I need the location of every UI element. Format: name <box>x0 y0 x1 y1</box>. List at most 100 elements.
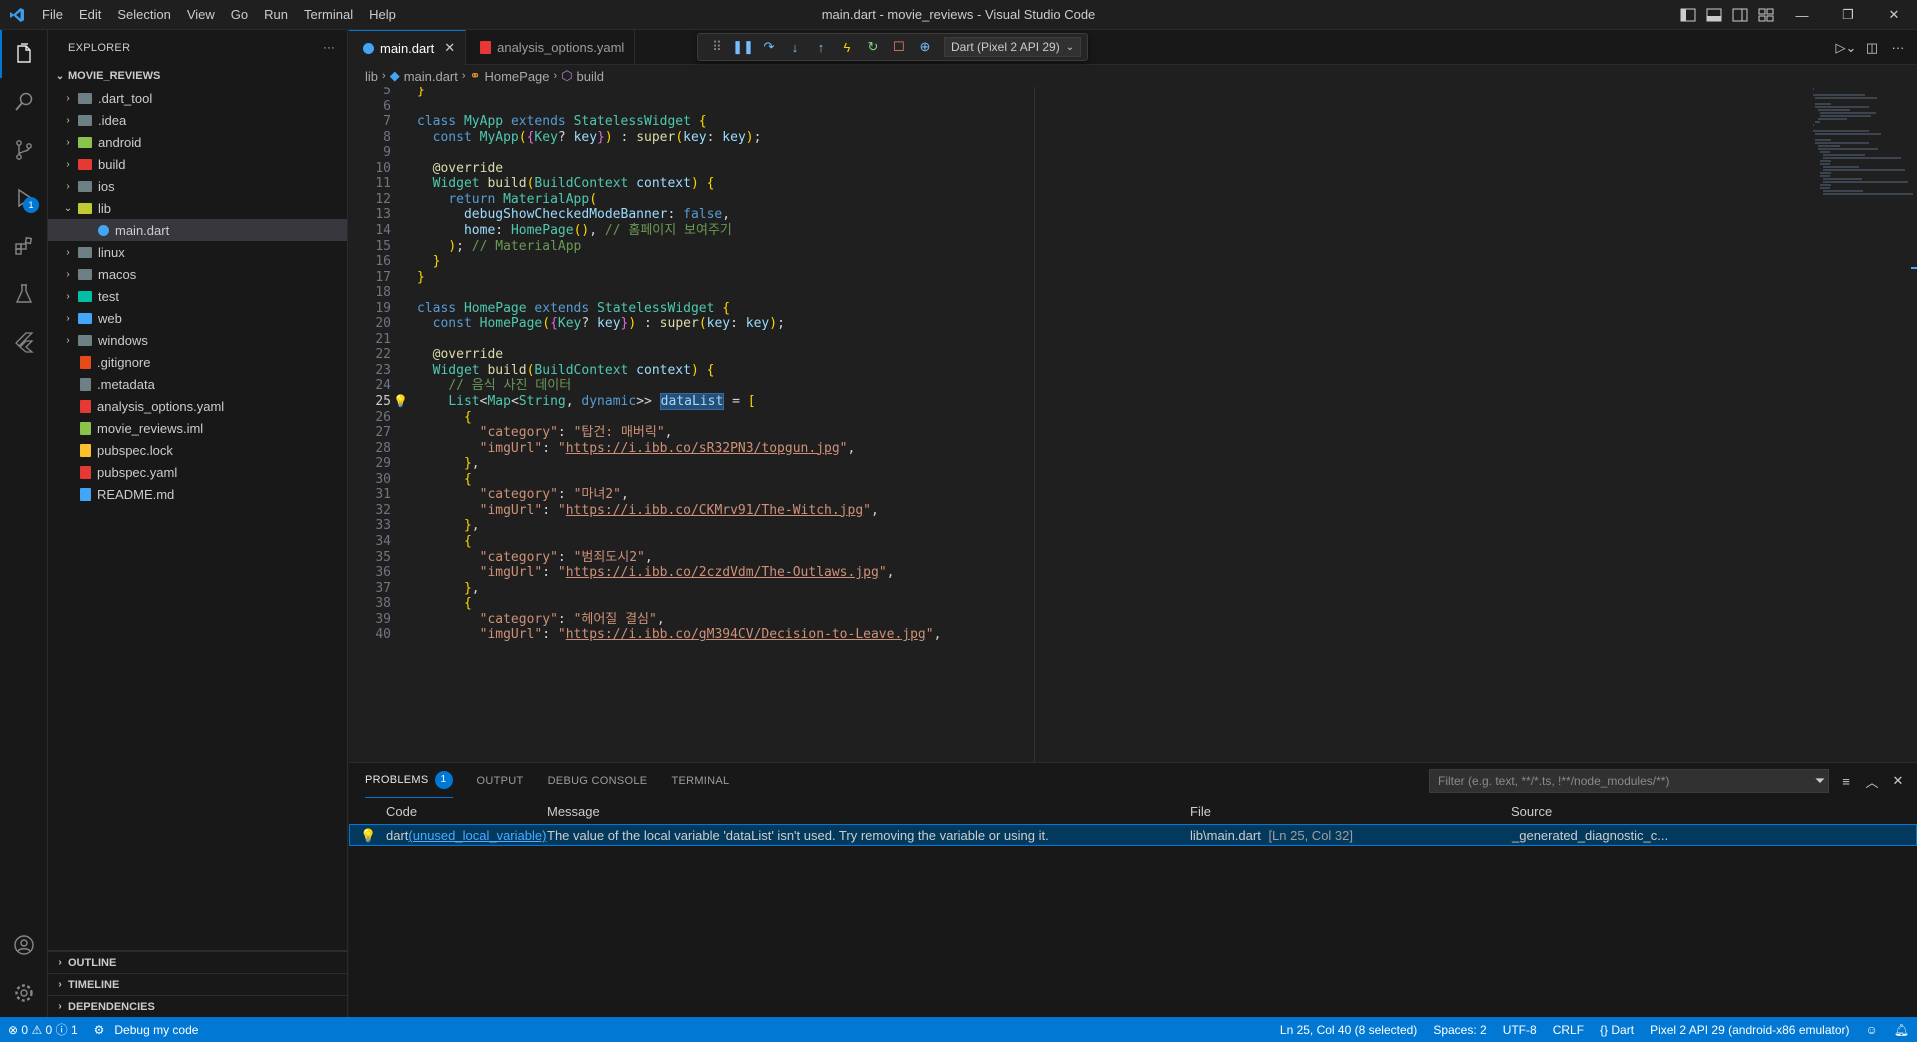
collapse-all-icon[interactable]: ≡ <box>1833 768 1859 794</box>
file-icon <box>80 399 91 413</box>
minimize-icon[interactable]: — <box>1779 0 1825 30</box>
step-out-icon[interactable]: ↑ <box>808 35 834 59</box>
tree-item[interactable]: pubspec.lock <box>48 439 347 461</box>
debug-device-select[interactable]: Dart (Pixel 2 API 29) ⌄ <box>944 37 1082 57</box>
device-status[interactable]: Pixel 2 API 29 (android-x86 emulator) <box>1642 1023 1857 1037</box>
stop-icon[interactable]: ☐ <box>886 35 912 59</box>
hot-reload-icon[interactable]: ϟ <box>834 35 860 59</box>
breadcrumb-lib[interactable]: lib <box>365 69 378 84</box>
explorer-icon[interactable] <box>0 30 48 78</box>
search-icon[interactable] <box>0 78 48 126</box>
tree-item[interactable]: .metadata <box>48 373 347 395</box>
restart-icon[interactable]: ↻ <box>860 35 886 59</box>
problem-row[interactable]: 💡 dart(unused_local_variable) The value … <box>349 824 1917 846</box>
tree-item[interactable]: › linux <box>48 241 347 263</box>
chevron-right-icon: › <box>66 290 70 302</box>
manage-gear-icon[interactable] <box>0 969 48 1017</box>
menu-go[interactable]: Go <box>223 0 256 30</box>
menu-run[interactable]: Run <box>256 0 296 30</box>
tab-problems[interactable]: PROBLEMS 1 <box>365 763 453 798</box>
tab-output[interactable]: OUTPUT <box>477 763 524 798</box>
close-tab-icon[interactable]: ✕ <box>444 40 455 56</box>
more-actions-icon[interactable]: ··· <box>323 42 335 54</box>
tab-terminal[interactable]: TERMINAL <box>671 763 729 798</box>
filter-icon[interactable]: ⏷ <box>1807 768 1833 794</box>
tree-item[interactable]: › web <box>48 307 347 329</box>
tree-item[interactable]: › windows <box>48 329 347 351</box>
restore-icon[interactable]: ❐ <box>1825 0 1871 30</box>
breadcrumb-main-dart[interactable]: main.dart <box>404 69 458 84</box>
tree-item[interactable]: › test <box>48 285 347 307</box>
encoding[interactable]: UTF-8 <box>1495 1023 1545 1037</box>
minimap-line <box>1820 163 1830 165</box>
tree-item[interactable]: main.dart <box>48 219 347 241</box>
toggle-panel-icon[interactable] <box>1701 0 1727 30</box>
source-control-icon[interactable] <box>0 126 48 174</box>
run-and-debug-icon[interactable]: 1 <box>0 174 48 222</box>
tree-item[interactable]: .gitignore <box>48 351 347 373</box>
close-window-icon[interactable]: ✕ <box>1871 0 1917 30</box>
more-editor-actions-icon[interactable]: ··· <box>1885 35 1911 61</box>
breadcrumb-build[interactable]: build <box>577 69 604 84</box>
tree-item[interactable]: › .idea <box>48 109 347 131</box>
tree-item[interactable]: › build <box>48 153 347 175</box>
tab-analysis-options[interactable]: analysis_options.yaml <box>466 30 636 65</box>
diagnostic-code-link[interactable]: (unused_local_variable) <box>408 828 546 843</box>
menu-selection[interactable]: Selection <box>109 0 178 30</box>
toggle-secondary-sidebar-icon[interactable] <box>1727 0 1753 30</box>
workspace-root[interactable]: ⌄ MOVIE_REVIEWS <box>48 65 347 87</box>
menu-edit[interactable]: Edit <box>71 0 109 30</box>
inspect-widget-icon[interactable]: ⊕ <box>912 35 938 59</box>
close-panel-icon[interactable]: ✕ <box>1885 768 1911 794</box>
line-endings[interactable]: CRLF <box>1545 1023 1592 1037</box>
problems-filter-input[interactable]: Filter (e.g. text, **/*.ts, !**/node_mod… <box>1429 769 1829 793</box>
accounts-icon[interactable] <box>0 921 48 969</box>
language-mode[interactable]: {} Dart <box>1592 1023 1642 1037</box>
tree-item[interactable]: analysis_options.yaml <box>48 395 347 417</box>
chevron-right-icon: › <box>58 979 62 990</box>
tree-item[interactable]: › android <box>48 131 347 153</box>
customize-layout-icon[interactable] <box>1753 0 1779 30</box>
tree-item[interactable]: › .dart_tool <box>48 87 347 109</box>
run-debug-action-icon[interactable]: ▷⌄ <box>1833 35 1859 61</box>
debug-status[interactable]: ⚙ Debug my code <box>86 1023 207 1037</box>
dependencies-section[interactable]: › DEPENDENCIES <box>48 995 348 1017</box>
folder-icon <box>78 290 92 302</box>
maximize-panel-icon[interactable]: ︿ <box>1859 768 1885 794</box>
drag-handle-icon[interactable]: ⠿ <box>704 35 730 59</box>
timeline-section[interactable]: › TIMELINE <box>48 973 348 995</box>
toggle-primary-sidebar-icon[interactable] <box>1675 0 1701 30</box>
cursor-position[interactable]: Ln 25, Col 40 (8 selected) <box>1272 1023 1425 1037</box>
notifications-bell-icon[interactable]: 🔔︎ <box>1886 1023 1917 1037</box>
code-editor[interactable]: 5} 6 7 class MyApp extends StatelessWidget … <box>349 87 1917 762</box>
tree-item[interactable]: README.md <box>48 483 347 505</box>
flutter-icon[interactable] <box>0 318 48 366</box>
chevron-right-icon: › <box>66 114 70 126</box>
outline-section[interactable]: › OUTLINE <box>48 951 348 973</box>
extensions-icon[interactable] <box>0 222 48 270</box>
minimap-line <box>1817 118 1848 120</box>
tree-item[interactable]: › ios <box>48 175 347 197</box>
minimap[interactable] <box>1813 87 1913 207</box>
tree-item[interactable]: › macos <box>48 263 347 285</box>
menu-file[interactable]: File <box>34 0 71 30</box>
menu-help[interactable]: Help <box>361 0 404 30</box>
menu-view[interactable]: View <box>179 0 223 30</box>
breadcrumb-homepage[interactable]: HomePage <box>484 69 549 84</box>
step-into-icon[interactable]: ↓ <box>782 35 808 59</box>
minimap-line <box>1813 130 1869 132</box>
tree-item[interactable]: pubspec.yaml <box>48 461 347 483</box>
tab-main-dart[interactable]: main.dart ✕ <box>349 30 467 65</box>
lightbulb-icon[interactable]: 💡 <box>360 825 376 847</box>
indentation[interactable]: Spaces: 2 <box>1425 1023 1494 1037</box>
feedback-icon[interactable]: ☺ <box>1858 1023 1886 1037</box>
tree-item[interactable]: movie_reviews.iml <box>48 417 347 439</box>
tree-item[interactable]: ⌄ lib <box>48 197 347 219</box>
testing-icon[interactable] <box>0 270 48 318</box>
split-editor-icon[interactable]: ◫ <box>1859 35 1885 61</box>
pause-icon[interactable]: ❚❚ <box>730 35 756 59</box>
step-over-icon[interactable]: ↷ <box>756 35 782 59</box>
tab-debug-console[interactable]: DEBUG CONSOLE <box>548 763 648 798</box>
menu-terminal[interactable]: Terminal <box>296 0 361 30</box>
problems-status[interactable]: ⊗ 0 ⚠ 0 ⓘ 1 <box>0 1021 86 1038</box>
